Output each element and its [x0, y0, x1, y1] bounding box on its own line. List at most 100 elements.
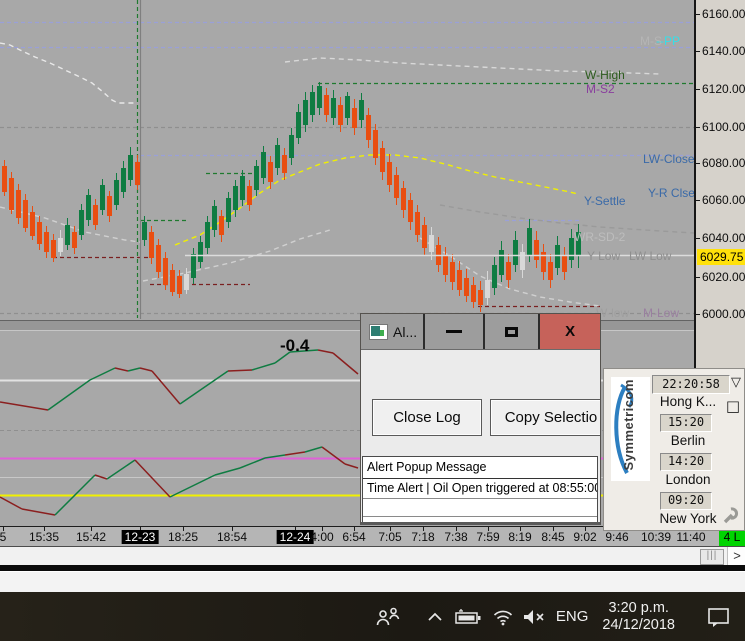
alert-message-table: Alert Popup Message Time Alert | Oil Ope… [362, 456, 598, 522]
wifi-icon[interactable] [492, 608, 514, 626]
chevron-down-icon[interactable]: ▽ [731, 375, 741, 390]
city-clock-time: 15:20 [660, 414, 712, 432]
oscillator-segment [179, 370, 229, 405]
city-clock-time: 09:20 [660, 492, 712, 510]
show-hidden-icons-chevron[interactable] [427, 611, 443, 623]
clock-checkbox[interactable]: □ [726, 397, 740, 415]
time-axis-label: 10:39 [640, 530, 672, 544]
taskbar-date: 24/12/2018 [602, 616, 675, 633]
world-clock-widget: Symmetricom 22:20:58 ▽ Hong K... □ 15:20… [603, 368, 745, 531]
oscillator-segment [344, 463, 359, 469]
oscillator-segment [214, 467, 241, 476]
price-tick [696, 127, 700, 128]
pivot-label: --PP [656, 34, 680, 48]
time-axis-label: 5 [0, 530, 7, 544]
people-icon[interactable] [375, 606, 401, 628]
city-clock-time: 14:20 [660, 453, 712, 471]
pivot-label: W-High [585, 68, 625, 82]
moving-average-line [0, 42, 137, 104]
symmetricom-logo: Symmetricom [611, 377, 650, 481]
time-axis-label: 18:25 [167, 530, 199, 544]
alert-table-header: Alert Popup Message [363, 457, 597, 479]
windows-taskbar: ENG 3:20 p.m. 24/12/2018 [0, 592, 745, 641]
time-axis-label: 12-23 [121, 530, 159, 544]
price-tick-label: 6020.00 [702, 270, 745, 284]
maximize-button[interactable] [482, 314, 539, 349]
copy-selected-button[interactable]: Copy Selectio [490, 399, 600, 436]
price-tick-label: 6140.00 [702, 44, 745, 58]
oscillator-segment [227, 369, 253, 372]
time-axis-label: 4:00 [310, 530, 334, 544]
minimize-icon [445, 330, 462, 333]
primary-clock-city: Hong K... [659, 394, 717, 409]
time-axis-label: 11:40 [676, 530, 706, 544]
price-tick [696, 277, 700, 278]
price-tick [696, 89, 700, 90]
pivot-label: M-S2 [586, 82, 615, 96]
oscillator-segment [317, 349, 334, 354]
time-axis-label: 12-24 [276, 530, 314, 544]
pivot-label: M-Low [643, 306, 679, 320]
oscillator-segment [304, 446, 323, 453]
price-tick [696, 314, 700, 315]
oscillator-segment [0, 401, 49, 411]
taskbar-time: 3:20 p.m. [608, 599, 669, 616]
price-tick [696, 200, 700, 201]
oscillator-segment [89, 367, 116, 381]
time-axis-label: 18:54 [216, 530, 248, 544]
alert-log-dialog: Al... X Close Log Copy Selectio Alert Po… [360, 313, 601, 525]
chart-horizontal-scrollbar[interactable]: ||| > [0, 546, 745, 565]
price-tick-label: 6000.00 [702, 307, 745, 321]
price-tick-label: 6100.00 [702, 120, 745, 134]
time-axis-label: 15:35 [28, 530, 60, 544]
time-axis-label: 7:38 [444, 530, 468, 544]
oscillator-segment [321, 446, 346, 465]
close-log-button[interactable]: Close Log [372, 399, 482, 436]
oscillator-segment [284, 451, 306, 456]
time-axis-label: 7:05 [378, 530, 402, 544]
primary-clock-time: 22:20:58 [652, 375, 730, 394]
price-tick-label: 6080.00 [702, 156, 745, 170]
pivot-label: W-low [596, 306, 629, 320]
time-axis-label: 15:42 [75, 530, 107, 544]
trading-app-screen: M-S --PP W-High M-S2 LW-Close Y-R Clse Y-Settl… [0, 0, 745, 641]
price-tick-label: 6160.00 [702, 7, 745, 21]
dialog-titlebar[interactable]: Al... X [361, 314, 600, 350]
oscillator-segment [169, 474, 216, 498]
pivot-label: Y-Settle [584, 194, 626, 208]
price-tick [696, 238, 700, 239]
alert-table-empty-row[interactable] [363, 499, 597, 517]
price-tick-label: 6040.00 [702, 231, 745, 245]
taskbar-clock[interactable]: 3:20 p.m. 24/12/2018 [602, 600, 675, 634]
dialog-title: Al... [393, 323, 418, 340]
oscillator-segment [106, 459, 136, 480]
battery-icon[interactable] [455, 608, 482, 626]
oscillator-segment [127, 367, 141, 372]
oscillator-segment [0, 496, 23, 510]
speaker-muted-icon[interactable] [522, 608, 546, 626]
minimize-button[interactable] [422, 314, 483, 349]
city-clock-name: London [665, 472, 711, 487]
scrollbar-right-arrow[interactable]: > [727, 547, 745, 565]
scrollbar-thumb[interactable]: ||| [700, 549, 724, 565]
pivot-label: Y-R Clse [648, 186, 694, 200]
action-center-icon[interactable] [707, 606, 731, 628]
oscillator-segment [21, 508, 56, 516]
pivot-label: Y Low [587, 249, 620, 263]
wrench-icon[interactable] [722, 506, 741, 525]
time-axis-label: 8:45 [541, 530, 565, 544]
alert-table-empty-row[interactable] [363, 517, 597, 522]
time-axis-label: 6:54 [342, 530, 366, 544]
pivot-label: LW Low [629, 249, 672, 263]
alert-table-row[interactable]: Time Alert | Oil Open triggered at 08:55… [363, 479, 597, 499]
price-tick [696, 51, 700, 52]
maximize-icon [504, 326, 518, 337]
time-axis-label: 7:59 [476, 530, 500, 544]
language-indicator[interactable]: ENG [556, 608, 589, 625]
city-clock-name: Berlin [670, 433, 706, 448]
oscillator-segment [151, 370, 181, 405]
logo-text: Symmetricom [621, 379, 636, 471]
oscillator-segment [139, 367, 153, 372]
close-button[interactable]: X [538, 314, 600, 349]
oscillator-segment [332, 352, 359, 375]
